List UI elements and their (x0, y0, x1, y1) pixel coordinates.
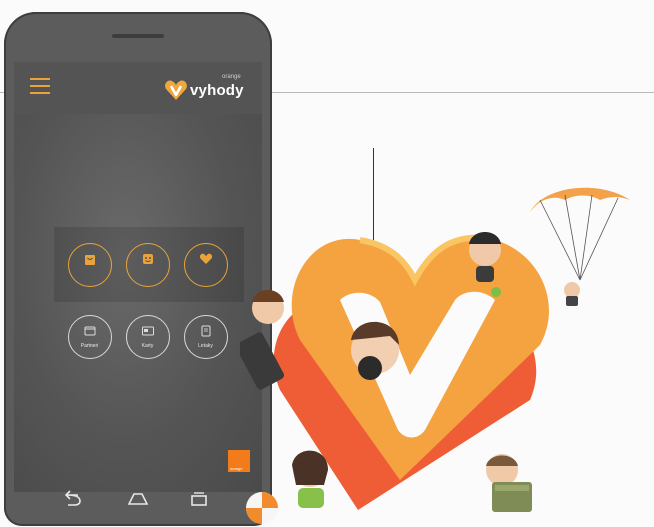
cards-icon (142, 326, 154, 336)
phone-mockup: orange vyhody Partneri Karty Letaky oran… (4, 12, 272, 526)
logo-tag: orange (222, 74, 241, 80)
menu-smile-button[interactable] (126, 243, 170, 287)
back-icon[interactable] (60, 488, 86, 510)
document-icon (201, 325, 211, 337)
menu-favorites-button[interactable] (184, 243, 228, 287)
smile-icon (143, 254, 153, 264)
menu-label: Karty (141, 343, 154, 349)
phone-speaker (112, 34, 164, 38)
menu-karty-button[interactable]: Karty (126, 315, 170, 359)
menu-partneri-button[interactable]: Partneri (68, 315, 112, 359)
heart-v-logo-icon (165, 80, 187, 100)
heart-icon (199, 253, 213, 264)
app-header: orange vyhody (14, 62, 262, 114)
folder-icon (84, 326, 96, 336)
shopping-bag-icon (85, 255, 95, 265)
app-logo: orange vyhody (164, 72, 260, 106)
recent-apps-icon[interactable] (186, 488, 212, 510)
heart-characters-illustration (240, 187, 630, 524)
hamburger-menu-icon[interactable] (30, 78, 50, 94)
logo-text: vyhody (190, 82, 244, 99)
menu-shopping-button[interactable] (68, 243, 112, 287)
character-with-money (486, 454, 532, 512)
android-nav-bar (14, 482, 262, 518)
menu-label: Partneri (80, 343, 99, 349)
menu-label: Letaky (198, 343, 213, 349)
beach-ball (246, 492, 278, 524)
menu-letaky-button[interactable]: Letaky (184, 315, 228, 359)
home-icon[interactable] (125, 488, 151, 510)
phone-screen: orange vyhody Partneri Karty Letaky oran… (14, 62, 262, 492)
character-bottom-girl (292, 450, 328, 508)
